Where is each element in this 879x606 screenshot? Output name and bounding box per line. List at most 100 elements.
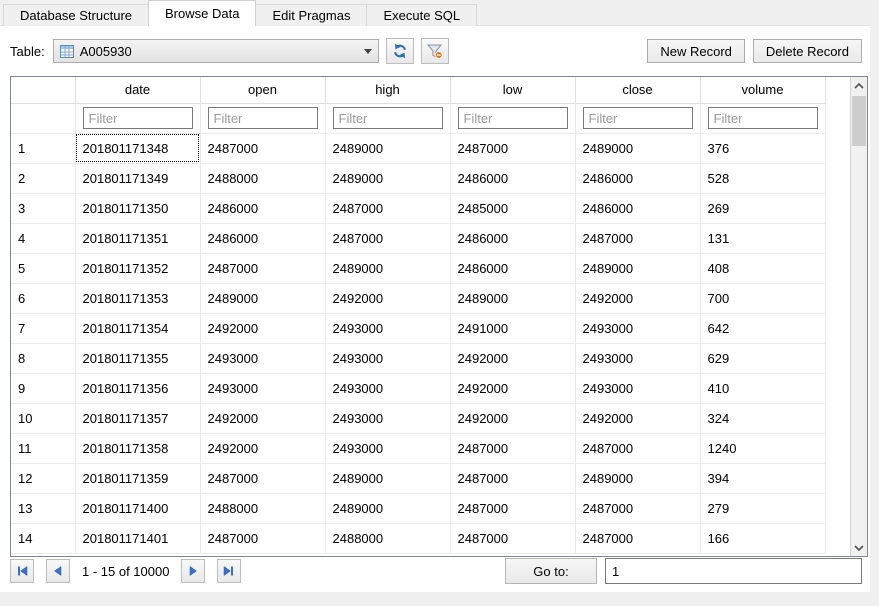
tab-edit-pragmas[interactable]: Edit Pragmas	[255, 4, 368, 26]
table-row[interactable]: 3 201801171350 2486000 2487000 2485000 2…	[11, 193, 826, 224]
cell-volume[interactable]: 394	[700, 463, 826, 494]
table-select[interactable]: A005930	[52, 39, 379, 63]
filter-input-date[interactable]	[82, 107, 193, 129]
cell-volume[interactable]: 279	[700, 493, 826, 524]
cell-volume[interactable]: 376	[700, 133, 826, 164]
cell-open[interactable]: 2493000	[200, 373, 326, 404]
goto-button[interactable]: Go to:	[505, 558, 597, 584]
cell-open[interactable]: 2492000	[200, 433, 326, 464]
table-row[interactable]: 5 201801171352 2487000 2489000 2486000 2…	[11, 253, 826, 284]
scrollbar-thumb[interactable]	[852, 96, 866, 146]
cell-date[interactable]: 201801171357	[75, 403, 201, 434]
goto-input[interactable]	[605, 558, 862, 584]
cell-volume[interactable]: 166	[700, 523, 826, 554]
filter-input-low[interactable]	[457, 107, 568, 129]
table-row[interactable]: 13 201801171400 2488000 2489000 2487000 …	[11, 493, 826, 524]
cell-date[interactable]: 201801171348	[75, 133, 201, 164]
cell-open[interactable]: 2488000	[200, 493, 326, 524]
filter-input-volume[interactable]	[707, 107, 818, 129]
next-page-button[interactable]	[181, 559, 206, 583]
cell-volume[interactable]: 269	[700, 193, 826, 224]
cell-open[interactable]: 2487000	[200, 133, 326, 164]
cell-date[interactable]: 201801171352	[75, 253, 201, 284]
table-row[interactable]: 2 201801171349 2488000 2489000 2486000 2…	[11, 163, 826, 194]
cell-close[interactable]: 2493000	[575, 313, 701, 344]
tab-browse-data[interactable]: Browse Data	[148, 0, 257, 26]
cell-low[interactable]: 2487000	[450, 463, 576, 494]
cell-high[interactable]: 2493000	[325, 313, 451, 344]
cell-open[interactable]: 2486000	[200, 223, 326, 254]
table-row[interactable]: 12 201801171359 2487000 2489000 2487000 …	[11, 463, 826, 494]
cell-open[interactable]: 2488000	[200, 163, 326, 194]
cell-high[interactable]: 2488000	[325, 523, 451, 554]
cell-low[interactable]: 2489000	[450, 283, 576, 314]
table-row[interactable]: 8 201801171355 2493000 2493000 2492000 2…	[11, 343, 826, 374]
cell-low[interactable]: 2485000	[450, 193, 576, 224]
cell-date[interactable]: 201801171359	[75, 463, 201, 494]
cell-open[interactable]: 2492000	[200, 403, 326, 434]
cell-date[interactable]: 201801171356	[75, 373, 201, 404]
cell-close[interactable]: 2489000	[575, 253, 701, 284]
cell-volume[interactable]: 700	[700, 283, 826, 314]
cell-date[interactable]: 201801171355	[75, 343, 201, 374]
cell-date[interactable]: 201801171401	[75, 523, 201, 554]
cell-date[interactable]: 201801171350	[75, 193, 201, 224]
cell-low[interactable]: 2491000	[450, 313, 576, 344]
column-header-low[interactable]: low	[450, 77, 576, 104]
cell-high[interactable]: 2489000	[325, 253, 451, 284]
scroll-down-button[interactable]	[851, 539, 867, 556]
cell-volume[interactable]: 642	[700, 313, 826, 344]
cell-date[interactable]: 201801171351	[75, 223, 201, 254]
cell-open[interactable]: 2486000	[200, 193, 326, 224]
cell-open[interactable]: 2492000	[200, 313, 326, 344]
cell-low[interactable]: 2492000	[450, 403, 576, 434]
column-header-date[interactable]: date	[75, 77, 201, 104]
cell-volume[interactable]: 1240	[700, 433, 826, 464]
cell-high[interactable]: 2493000	[325, 373, 451, 404]
first-page-button[interactable]	[10, 559, 34, 583]
filter-input-high[interactable]	[332, 107, 443, 129]
cell-close[interactable]: 2489000	[575, 463, 701, 494]
delete-record-button[interactable]: Delete Record	[752, 39, 862, 63]
cell-high[interactable]: 2487000	[325, 223, 451, 254]
cell-high[interactable]: 2493000	[325, 403, 451, 434]
cell-close[interactable]: 2489000	[575, 133, 701, 164]
previous-page-button[interactable]	[46, 559, 70, 583]
cell-high[interactable]: 2492000	[325, 283, 451, 314]
cell-open[interactable]: 2487000	[200, 463, 326, 494]
cell-low[interactable]: 2486000	[450, 163, 576, 194]
cell-low[interactable]: 2487000	[450, 523, 576, 554]
table-row[interactable]: 10 201801171357 2492000 2493000 2492000 …	[11, 403, 826, 434]
cell-date[interactable]: 201801171354	[75, 313, 201, 344]
cell-close[interactable]: 2493000	[575, 373, 701, 404]
cell-date[interactable]: 201801171400	[75, 493, 201, 524]
cell-open[interactable]: 2487000	[200, 523, 326, 554]
cell-close[interactable]: 2486000	[575, 163, 701, 194]
cell-low[interactable]: 2487000	[450, 133, 576, 164]
scrollbar-track[interactable]	[851, 94, 867, 539]
cell-high[interactable]: 2493000	[325, 343, 451, 374]
table-row[interactable]: 14 201801171401 2487000 2488000 2487000 …	[11, 523, 826, 554]
cell-high[interactable]: 2489000	[325, 463, 451, 494]
filter-input-close[interactable]	[582, 107, 693, 129]
cell-close[interactable]: 2486000	[575, 193, 701, 224]
tab-database-structure[interactable]: Database Structure	[3, 4, 150, 26]
column-header-high[interactable]: high	[325, 77, 451, 104]
cell-open[interactable]: 2487000	[200, 253, 326, 284]
cell-low[interactable]: 2487000	[450, 433, 576, 464]
cell-low[interactable]: 2492000	[450, 343, 576, 374]
cell-low[interactable]: 2492000	[450, 373, 576, 404]
cell-close[interactable]: 2487000	[575, 433, 701, 464]
scroll-up-button[interactable]	[851, 77, 867, 94]
cell-low[interactable]: 2487000	[450, 493, 576, 524]
cell-high[interactable]: 2487000	[325, 193, 451, 224]
table-row[interactable]: 11 201801171358 2492000 2493000 2487000 …	[11, 433, 826, 464]
cell-open[interactable]: 2489000	[200, 283, 326, 314]
cell-date[interactable]: 201801171358	[75, 433, 201, 464]
cell-volume[interactable]: 131	[700, 223, 826, 254]
cell-high[interactable]: 2489000	[325, 133, 451, 164]
column-header-open[interactable]: open	[200, 77, 326, 104]
new-record-button[interactable]: New Record	[647, 39, 745, 63]
table-row[interactable]: 4 201801171351 2486000 2487000 2486000 2…	[11, 223, 826, 254]
cell-volume[interactable]: 408	[700, 253, 826, 284]
